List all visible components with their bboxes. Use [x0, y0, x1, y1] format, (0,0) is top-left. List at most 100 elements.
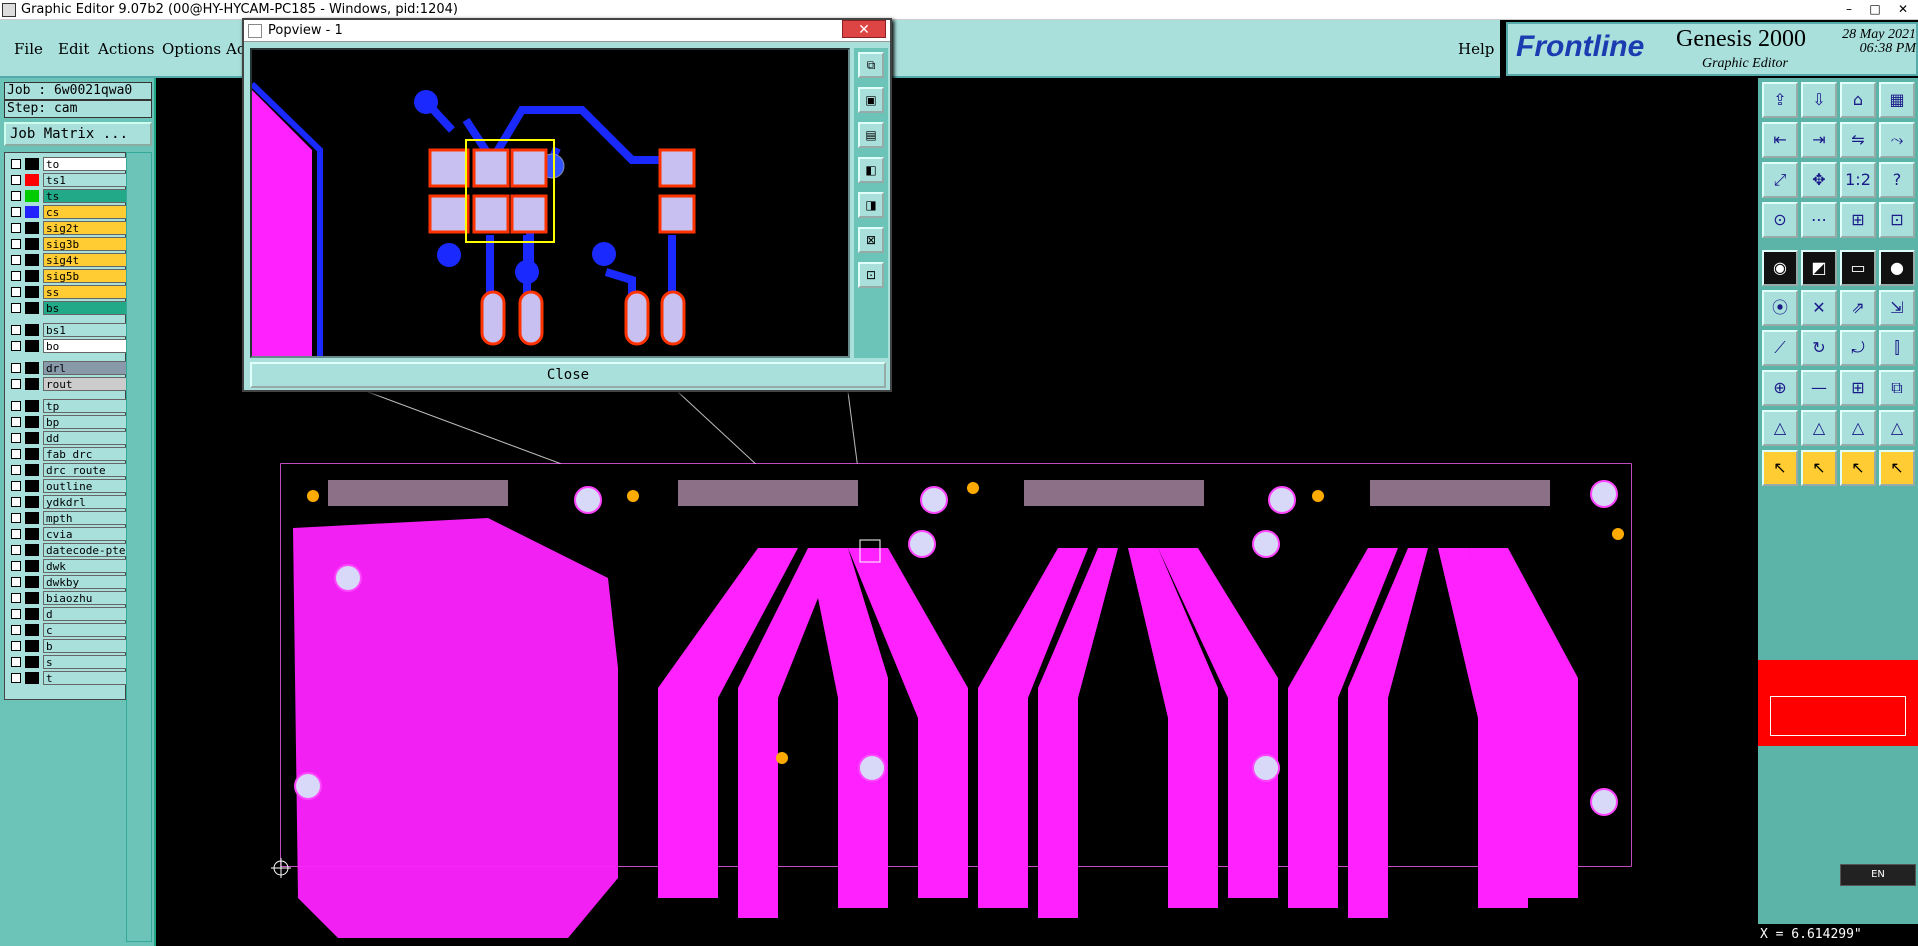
fit-icon[interactable]: ⧉ — [858, 52, 884, 78]
layer-name[interactable]: ydkdrl — [43, 495, 129, 509]
layer-checkbox[interactable] — [11, 465, 21, 475]
layer-color-swatch[interactable] — [25, 480, 39, 492]
pointer-icon[interactable]: ↖ — [1762, 450, 1798, 486]
layer-row-sig3b[interactable]: sig3b — [7, 237, 129, 251]
layer-checkbox[interactable] — [11, 657, 21, 667]
pan-left-icon[interactable]: ◧ — [858, 157, 884, 183]
layer-color-swatch[interactable] — [25, 190, 39, 202]
layer-color-swatch[interactable] — [25, 672, 39, 684]
layer-row-tp[interactable]: tp — [7, 399, 129, 413]
select-icon[interactable]: ◉ — [1762, 250, 1798, 286]
delete-icon[interactable]: ✕ — [1801, 290, 1837, 326]
shrink-icon[interactable]: ⊠ — [858, 227, 884, 253]
layer-name[interactable]: ts — [43, 189, 129, 203]
route-icon[interactable]: ⤳ — [1879, 122, 1915, 158]
layer-row-datecode-pte[interactable]: datecode-pte — [7, 543, 129, 557]
layer-color-swatch[interactable] — [25, 254, 39, 266]
layer-row-sig5b[interactable]: sig5b — [7, 269, 129, 283]
layer-color-swatch[interactable] — [25, 464, 39, 476]
layer-color-swatch[interactable] — [25, 158, 39, 170]
layer-checkbox[interactable] — [11, 497, 21, 507]
layer-row-bs1[interactable]: bs1 — [7, 323, 129, 337]
layer-color-swatch[interactable] — [25, 608, 39, 620]
zoom-in-icon[interactable]: ▣ — [858, 87, 884, 113]
pan-right-icon[interactable]: ◨ — [858, 192, 884, 218]
menu-actions[interactable]: Actions — [98, 40, 154, 58]
layer-row-sig2t[interactable]: sig2t — [7, 221, 129, 235]
snap-right-icon[interactable]: ⇥ — [1801, 122, 1837, 158]
layer-row-to[interactable]: to — [7, 157, 129, 171]
rotate-icon[interactable]: ⤾ — [1840, 330, 1876, 366]
layer-color-swatch[interactable] — [25, 270, 39, 282]
pointer-2-icon[interactable]: ↖ — [1801, 450, 1837, 486]
minus-icon[interactable]: — — [1801, 370, 1837, 406]
layer-name[interactable]: bo — [43, 339, 129, 353]
triangle-4-icon[interactable]: △ — [1879, 410, 1915, 446]
move-icon[interactable]: ⇗ — [1840, 290, 1876, 326]
menu-options[interactable]: Options — [162, 40, 221, 58]
menu-help[interactable]: Help — [1458, 40, 1494, 58]
netlist-icon[interactable]: ⊞ — [1840, 202, 1876, 238]
layer-checkbox[interactable] — [11, 545, 21, 555]
zoom-out-icon[interactable]: ▤ — [858, 122, 884, 148]
layer-color-swatch[interactable] — [25, 206, 39, 218]
layer-color-swatch[interactable] — [25, 576, 39, 588]
connect-icon[interactable]: ⦿ — [1762, 290, 1798, 326]
scale-icon[interactable]: 1:2 — [1840, 162, 1876, 198]
mirror-icon[interactable]: ⫿ — [1879, 330, 1915, 366]
layer-checkbox[interactable] — [11, 401, 21, 411]
layer-checkbox[interactable] — [11, 513, 21, 523]
layer-row-t[interactable]: t — [7, 671, 129, 685]
layer-row-dd[interactable]: dd — [7, 431, 129, 445]
copy-icon[interactable]: ⇲ — [1879, 290, 1915, 326]
layer-color-swatch[interactable] — [25, 340, 39, 352]
layer-color-swatch[interactable] — [25, 302, 39, 314]
layer-name[interactable]: biaozhu — [43, 591, 129, 605]
layer-checkbox[interactable] — [11, 561, 21, 571]
layer-color-swatch[interactable] — [25, 592, 39, 604]
layer-checkbox[interactable] — [11, 207, 21, 217]
layer-name[interactable]: sig3b — [43, 237, 129, 251]
layer-checkbox[interactable] — [11, 529, 21, 539]
grid-icon[interactable]: ⋯ — [1801, 202, 1837, 238]
expand-icon[interactable]: ⊡ — [858, 262, 884, 288]
triangle-3-icon[interactable]: △ — [1840, 410, 1876, 446]
layer-color-swatch[interactable] — [25, 640, 39, 652]
layer-checkbox[interactable] — [11, 325, 21, 335]
layer-checkbox[interactable] — [11, 641, 21, 651]
layer-checkbox[interactable] — [11, 363, 21, 373]
layer-row-dwkby[interactable]: dwkby — [7, 575, 129, 589]
zoom-icon[interactable]: ✥ — [1801, 162, 1837, 198]
layer-color-swatch[interactable] — [25, 238, 39, 250]
layer-name[interactable]: rout — [43, 377, 129, 391]
layer-checkbox[interactable] — [11, 481, 21, 491]
layer-row-fab_drc[interactable]: fab_drc — [7, 447, 129, 461]
layer-color-swatch[interactable] — [25, 324, 39, 336]
maximize-button[interactable]: □ — [1864, 0, 1886, 18]
layer-color-swatch[interactable] — [25, 560, 39, 572]
layer-name[interactable]: c — [43, 623, 129, 637]
array-icon[interactable]: ⊞ — [1840, 370, 1876, 406]
save-icon[interactable]: ⇩ — [1801, 82, 1837, 118]
layer-name[interactable]: bp — [43, 415, 129, 429]
layer-color-swatch[interactable] — [25, 432, 39, 444]
layer-checkbox[interactable] — [11, 223, 21, 233]
pad-icon[interactable]: ⊕ — [1762, 370, 1798, 406]
menu-file[interactable]: File — [14, 40, 43, 58]
language-indicator[interactable]: EN — [1840, 864, 1916, 886]
layer-color-swatch[interactable] — [25, 362, 39, 374]
flip-icon[interactable]: ⇋ — [1840, 122, 1876, 158]
layout-icon[interactable]: ▦ — [1879, 82, 1915, 118]
help-icon[interactable]: ? — [1879, 162, 1915, 198]
layer-row-dwk[interactable]: dwk — [7, 559, 129, 573]
layer-name[interactable]: d — [43, 607, 129, 621]
layer-checkbox[interactable] — [11, 239, 21, 249]
layer-row-biaozhu[interactable]: biaozhu — [7, 591, 129, 605]
layer-color-swatch[interactable] — [25, 174, 39, 186]
popview-close-button[interactable]: Close — [250, 362, 886, 388]
layer-checkbox[interactable] — [11, 303, 21, 313]
layer-name[interactable]: cs — [43, 205, 129, 219]
layer-color-swatch[interactable] — [25, 286, 39, 298]
fit-icon[interactable]: ⤢ — [1762, 162, 1798, 198]
triangle-icon[interactable]: △ — [1762, 410, 1798, 446]
